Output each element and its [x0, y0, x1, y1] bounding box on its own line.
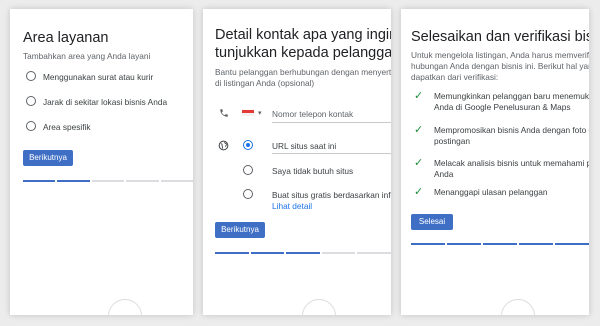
page-title-line2: tunjukkan kepada pelanggan?: [215, 45, 391, 61]
progress-segment: [250, 252, 285, 254]
benefit-1-line1: Memungkinkan pelanggan baru menemukan b: [434, 91, 589, 101]
benefit-2-line2: postingan: [434, 136, 470, 146]
check-icon: ✓: [414, 157, 424, 169]
globe-icon: [218, 140, 229, 151]
check-icon: ✓: [414, 90, 424, 102]
page-title-line1: Detail kontak apa yang ingin Anda: [215, 27, 391, 43]
progress-segment: [555, 243, 589, 245]
website-input-underline: [272, 153, 391, 154]
next-button[interactable]: Berikutnya: [215, 222, 265, 238]
learn-more-link[interactable]: Lihat detail: [272, 201, 312, 211]
page-desc-line2: di listingan Anda (opsional): [215, 78, 315, 88]
progress-segment: [321, 252, 356, 254]
progress-bar: [411, 243, 589, 245]
panel-contact-details: Detail kontak apa yang ingin Anda tunjuk…: [203, 9, 391, 315]
chevron-down-icon[interactable]: ▾: [258, 109, 262, 117]
phone-input[interactable]: Nomor telepon kontak: [272, 109, 353, 119]
radio-current-url[interactable]: [243, 140, 253, 150]
progress-segment: [23, 180, 56, 182]
finish-button[interactable]: Selesai: [411, 214, 453, 230]
benefit-1-line2: Anda di Google Penelusuran & Maps: [434, 102, 571, 112]
phone-input-underline: [272, 122, 391, 123]
page-title: Selesaikan dan verifikasi bisnis ini: [411, 29, 589, 45]
next-button[interactable]: Berikutnya: [23, 150, 73, 166]
panel-service-area: Area layanan Tambahkan area yang Anda la…: [10, 9, 193, 315]
progress-segment: [57, 180, 90, 182]
home-button[interactable]: [302, 299, 336, 315]
benefit-3-line1: Melacak analisis bisnis untuk memahami p…: [434, 158, 589, 168]
progress-bar: [215, 252, 391, 254]
radio-distance-around[interactable]: [26, 96, 36, 106]
home-button[interactable]: [108, 299, 142, 315]
page-desc-line2: hubungan Anda dengan bisnis ini. Berikut…: [411, 61, 589, 71]
check-icon: ✓: [414, 186, 424, 198]
benefit-3-line2: Anda: [434, 169, 454, 179]
progress-segment: [215, 252, 249, 254]
progress-segment: [483, 243, 517, 245]
website-option-free-site: Buat situs gratis berdasarkan info A: [272, 190, 391, 200]
phone-icon: [220, 109, 228, 117]
radio-no-website[interactable]: [243, 165, 253, 175]
page-subtitle: Tambahkan area yang Anda layani: [23, 51, 151, 61]
progress-segment: [91, 180, 125, 182]
radio-create-free-site[interactable]: [243, 189, 253, 199]
page-desc-line3: dapatkan dari verifikasi:: [411, 72, 499, 82]
option-label-distance-around: Jarak di sekitar lokasi bisnis Anda: [43, 97, 168, 107]
check-icon: ✓: [414, 124, 424, 136]
benefit-4-line1: Menanggapi ulasan pelanggan: [434, 187, 548, 197]
progress-bar: [23, 180, 193, 182]
website-option-current-url: URL situs saat ini: [272, 141, 337, 151]
progress-segment: [357, 252, 391, 254]
progress-segment: [160, 180, 193, 182]
progress-segment: [411, 243, 445, 245]
radio-mail-courier[interactable]: [26, 71, 36, 81]
progress-segment: [447, 243, 481, 245]
progress-segment: [519, 243, 553, 245]
home-button[interactable]: [501, 299, 535, 315]
radio-specific-area[interactable]: [26, 121, 36, 131]
benefit-2-line1: Mempromosikan bisnis Anda dengan foto da…: [434, 125, 589, 135]
option-label-specific-area: Area spesifik: [43, 122, 91, 132]
page-title: Area layanan: [23, 30, 109, 46]
page-desc-line1: Bantu pelanggan berhubungan dengan menye…: [215, 67, 391, 77]
progress-segment: [286, 252, 320, 254]
page-desc-line1: Untuk mengelola listingan, Anda harus me…: [411, 50, 589, 60]
panel-verify-business: Selesaikan dan verifikasi bisnis ini Unt…: [401, 9, 589, 315]
option-label-mail-courier: Menggunakan surat atau kurir: [43, 72, 154, 82]
website-option-no-website: Saya tidak butuh situs: [272, 166, 354, 176]
progress-segment: [126, 180, 159, 182]
